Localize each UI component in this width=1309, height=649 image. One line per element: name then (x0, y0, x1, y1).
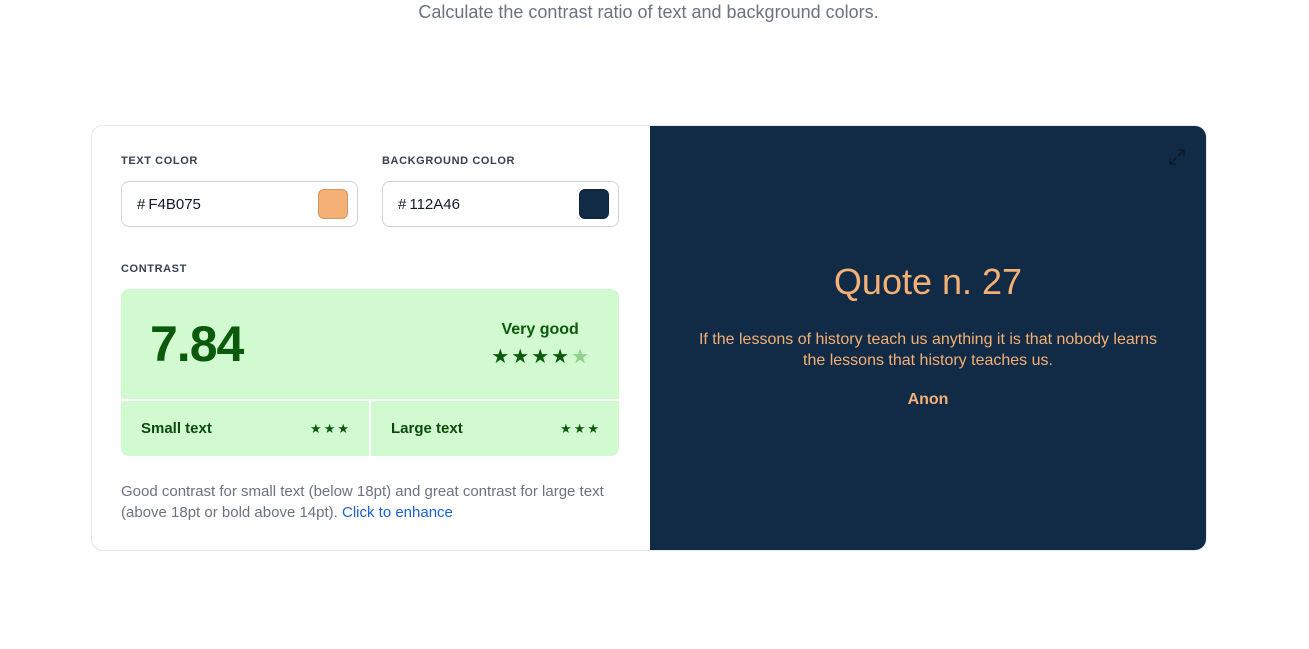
large-text-rating: Large text ★ ★ ★ (369, 401, 619, 456)
star-icon: ★ (571, 346, 589, 368)
background-color-value[interactable]: 112A46 (409, 196, 579, 213)
contrast-checker-card: TEXT COLOR # F4B075 BACKGROUND COLOR # 1… (91, 125, 1207, 551)
preview-panel: Quote n. 27 If the lessons of history te… (650, 126, 1206, 550)
page-subtitle: Calculate the contrast ratio of text and… (418, 2, 879, 22)
text-size-ratings: Small text ★ ★ ★ Large text ★ ★ ★ (121, 399, 619, 456)
contrast-description: Good contrast for small text (below 18pt… (121, 481, 619, 523)
contrast-ratio: 7.84 (150, 316, 244, 372)
large-text-label: Large text (391, 420, 463, 437)
hash-symbol: # (137, 195, 146, 213)
small-text-label: Small text (141, 420, 212, 437)
text-color-swatch[interactable] (318, 189, 348, 219)
expand-icon[interactable] (1168, 148, 1186, 166)
small-text-stars: ★ ★ ★ (310, 422, 349, 435)
text-color-group: TEXT COLOR # F4B075 (121, 155, 358, 227)
quote-text: If the lessons of history teach us anyth… (698, 331, 1158, 369)
color-inputs-row: TEXT COLOR # F4B075 BACKGROUND COLOR # 1… (121, 155, 621, 227)
star-icon: ★ (511, 346, 530, 368)
text-color-input[interactable]: # F4B075 (121, 181, 358, 227)
rating-stars: ★ ★ ★ ★ ★ (491, 347, 589, 367)
text-color-label: TEXT COLOR (121, 155, 198, 167)
star-icon: ★ (551, 346, 570, 368)
contrast-result-box: 7.84 Very good ★ ★ ★ ★ ★ Small text ★ ★ ★ Larg… (121, 289, 619, 456)
hash-symbol: # (398, 195, 407, 213)
large-text-stars: ★ ★ ★ (560, 422, 599, 435)
star-icon: ★ (491, 346, 510, 368)
rating-text: Very good (501, 321, 579, 338)
contrast-label: CONTRAST (121, 263, 187, 275)
quote-author: Anon (907, 391, 949, 408)
contrast-rating: Very good ★ ★ ★ ★ ★ (491, 321, 589, 367)
small-text-rating: Small text ★ ★ ★ (121, 401, 369, 456)
background-color-label: BACKGROUND COLOR (382, 155, 516, 167)
enhance-link[interactable]: Click to enhance (342, 504, 453, 521)
star-icon: ★ (310, 421, 322, 436)
background-color-group: BACKGROUND COLOR # 112A46 (382, 155, 619, 227)
text-color-value[interactable]: F4B075 (148, 196, 318, 213)
contrast-summary: 7.84 Very good ★ ★ ★ ★ ★ (121, 289, 619, 399)
quote-title: Quote n. 27 (833, 261, 1023, 302)
controls-panel: TEXT COLOR # F4B075 BACKGROUND COLOR # 1… (92, 126, 650, 550)
star-icon: ★ (531, 346, 550, 368)
background-color-swatch[interactable] (579, 189, 609, 219)
star-icon: ★ (560, 421, 572, 436)
star-icon: ★ (587, 421, 599, 436)
star-icon: ★ (337, 421, 349, 436)
star-icon: ★ (573, 421, 586, 436)
background-color-input[interactable]: # 112A46 (382, 181, 619, 227)
star-icon: ★ (323, 421, 336, 436)
